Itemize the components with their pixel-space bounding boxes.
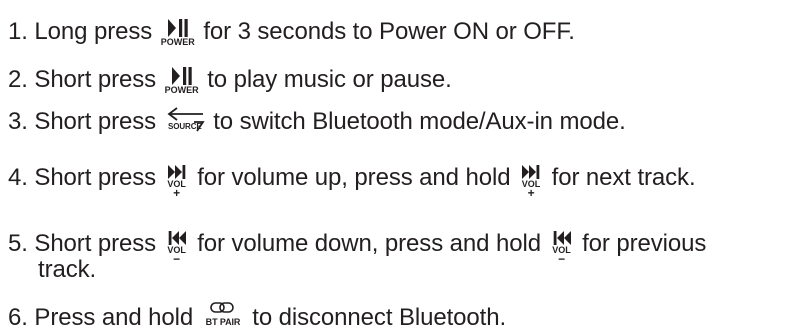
volume-up-sign: + bbox=[527, 186, 535, 200]
instruction-text-before: Short press bbox=[34, 108, 157, 135]
instruction-text-before: Long press bbox=[34, 18, 153, 45]
instruction-text-before: Short press bbox=[34, 164, 157, 191]
instruction-text-before: Short press bbox=[34, 230, 157, 257]
play-pause-icon: POWER bbox=[165, 66, 199, 100]
instruction-text-middle: for volume down, press and hold bbox=[197, 230, 541, 257]
instruction-5-continuation: track. bbox=[38, 256, 96, 284]
instruction-number: 1. bbox=[8, 18, 28, 45]
instruction-number: 2. bbox=[8, 66, 28, 93]
instruction-2: 2. Short press POWER to play music or pa… bbox=[8, 60, 452, 95]
instruction-number: 3. bbox=[8, 108, 28, 135]
instruction-text-after: to disconnect Bluetooth. bbox=[252, 304, 507, 331]
instruction-text-continuation: track. bbox=[38, 256, 97, 283]
instruction-text-after: to play music or pause. bbox=[207, 66, 452, 93]
instruction-6: 6. Press and hold BT PAIR to disconnect … bbox=[8, 297, 506, 332]
instruction-text-after: for previous bbox=[582, 230, 707, 257]
bt-pair-link-icon: BT PAIR bbox=[202, 301, 244, 329]
instruction-3: 3. Short press SOURCE to switch Bluetoot… bbox=[8, 103, 626, 136]
instruction-text-before: Short press bbox=[34, 66, 157, 93]
instruction-text-after: to switch Bluetooth mode/Aux-in mode. bbox=[213, 108, 626, 135]
volume-up-sign: + bbox=[173, 186, 181, 200]
instruction-text-after: for 3 seconds to Power ON or OFF. bbox=[203, 18, 575, 45]
instruction-text-after: for next track. bbox=[551, 164, 696, 191]
instruction-1: 1. Long press POWER for 3 seconds to Pow… bbox=[8, 12, 575, 47]
instruction-number: 6. bbox=[8, 304, 28, 331]
play-pause-icon: POWER bbox=[161, 18, 195, 52]
next-track-icon: VOL + bbox=[519, 164, 543, 204]
source-switch-icon: SOURCE bbox=[165, 107, 205, 133]
next-track-icon: VOL + bbox=[165, 164, 189, 204]
instruction-text-before: Press and hold bbox=[34, 304, 194, 331]
previous-track-icon: VOL − bbox=[550, 230, 574, 270]
previous-track-icon: VOL − bbox=[165, 230, 189, 270]
instruction-5: 5. Short press VOL − for volume down, pr… bbox=[8, 218, 707, 265]
icon-caption: POWER bbox=[164, 85, 199, 95]
volume-down-sign: − bbox=[173, 252, 181, 266]
instruction-4: 4. Short press VOL + for volume up, pres… bbox=[8, 152, 696, 199]
volume-down-sign: − bbox=[558, 252, 565, 266]
instruction-text-middle: for volume up, press and hold bbox=[197, 164, 511, 191]
icon-caption: POWER bbox=[160, 37, 195, 47]
instruction-number: 4. bbox=[8, 164, 28, 191]
instruction-number: 5. bbox=[8, 230, 28, 257]
